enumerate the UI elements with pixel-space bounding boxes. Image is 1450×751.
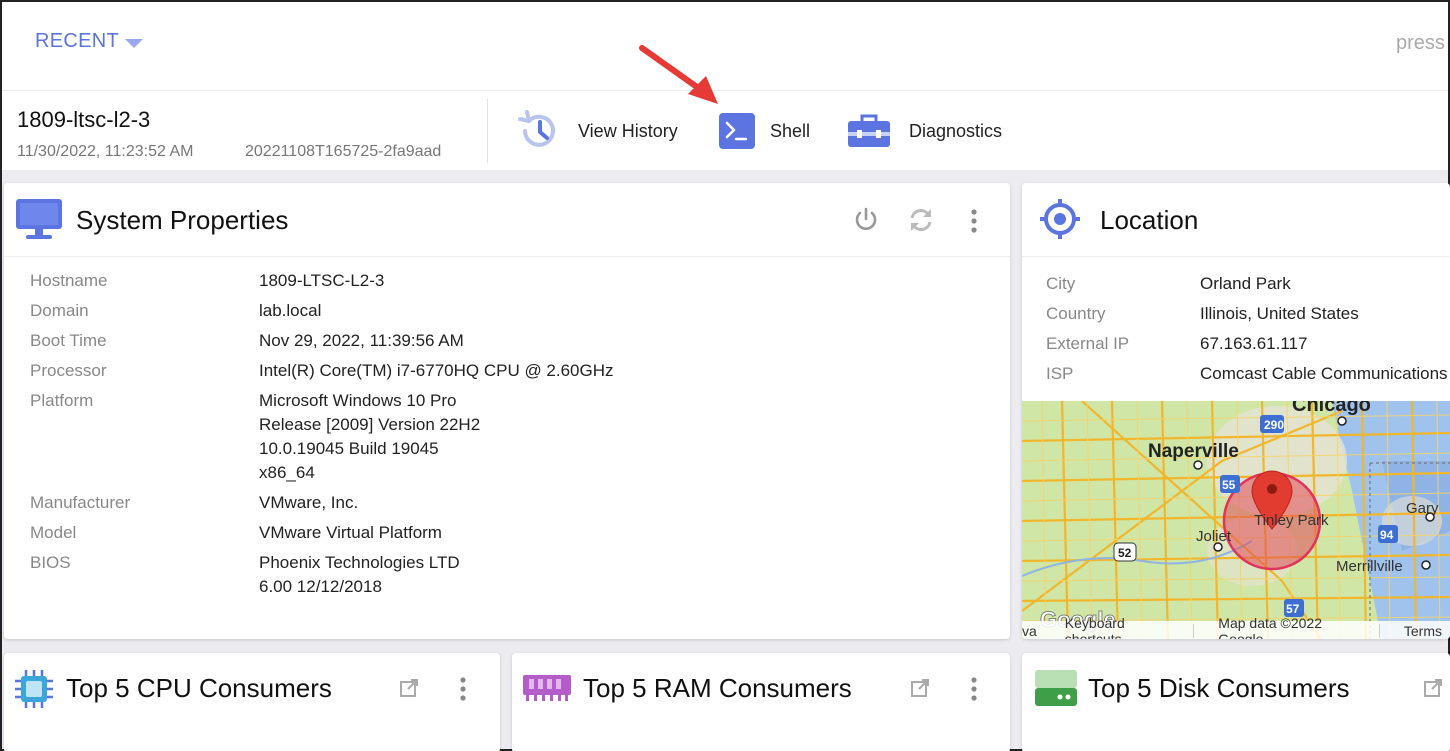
- open-external-icon[interactable]: [909, 677, 931, 699]
- map-label-chicago: Chicago: [1292, 401, 1371, 416]
- cpu-consumers-card: Top 5 CPU Consumers: [4, 653, 500, 751]
- toolbox-icon: [848, 114, 890, 147]
- terms-link[interactable]: Terms: [1396, 623, 1450, 639]
- property-key: Manufacturer: [30, 493, 131, 512]
- location-key: Country: [1046, 304, 1106, 323]
- map-label-merrillville: Merrillville: [1336, 558, 1403, 575]
- open-external-icon[interactable]: [398, 677, 420, 699]
- property-key: Model: [30, 523, 77, 542]
- property-value: 10.0.19045 Build 19045: [259, 439, 439, 458]
- view-history-label: View History: [578, 120, 678, 141]
- footer-divider: [1193, 624, 1210, 638]
- crosshair-icon: [1040, 199, 1080, 239]
- property-key: Domain: [30, 301, 89, 320]
- location-value: Orland Park: [1200, 274, 1291, 293]
- memory-stick-icon: [523, 675, 571, 701]
- recent-dropdown[interactable]: RECENT: [35, 30, 119, 53]
- device-build-id: 20221108T165725-2fa9aad: [245, 143, 442, 160]
- divider: [487, 99, 488, 163]
- route-shield-55: 55: [1222, 478, 1236, 492]
- more-vertical-icon[interactable]: [966, 675, 982, 703]
- card-title: Top 5 RAM Consumers: [583, 673, 852, 703]
- more-vertical-icon[interactable]: [455, 675, 471, 703]
- hard-drive-icon: [1035, 670, 1077, 706]
- property-value: Microsoft Windows 10 Pro: [259, 391, 457, 410]
- location-value: Comcast Cable Communications: [1200, 364, 1448, 383]
- property-key: Processor: [30, 361, 107, 380]
- map-label-gary: Gary: [1406, 500, 1439, 517]
- map-footer-fragment: va: [1022, 623, 1037, 639]
- shell-label: Shell: [770, 120, 811, 141]
- route-shield-52: 52: [1118, 546, 1132, 560]
- ram-consumers-card: Top 5 RAM Consumers: [512, 653, 1010, 751]
- location-key: ISP: [1046, 364, 1074, 383]
- map-label-tinley-park: Tinley Park: [1254, 512, 1329, 529]
- footer-divider: [1378, 624, 1396, 638]
- terminal-icon: [719, 113, 755, 149]
- property-value: Phoenix Technologies LTD: [259, 553, 460, 572]
- diagnostics-label: Diagnostics: [909, 120, 1003, 141]
- property-value: VMware, Inc.: [259, 493, 359, 512]
- press-hint: press: [1396, 32, 1445, 54]
- location-card: Location City Orland Park Country Illino…: [1022, 183, 1450, 639]
- keyboard-shortcuts-link[interactable]: Keyboard shortcuts: [1057, 615, 1193, 639]
- refresh-icon[interactable]: [907, 206, 935, 234]
- device-name: 1809-ltsc-l2-3: [17, 107, 151, 132]
- card-header: Location: [1022, 183, 1450, 257]
- property-value: Intel(R) Core(TM) i7-6770HQ CPU @ 2.60GH…: [259, 361, 614, 380]
- power-icon[interactable]: [852, 206, 880, 234]
- annotation-arrow: [639, 45, 718, 104]
- location-value: Illinois, United States: [1200, 304, 1359, 323]
- property-value: Nov 29, 2022, 11:39:56 AM: [259, 331, 464, 350]
- chevron-down-icon[interactable]: [125, 39, 143, 48]
- map-label-naperville: Naperville: [1148, 441, 1239, 462]
- property-value: 1809-LTSC-L2-3: [259, 271, 385, 290]
- map-canvas[interactable]: Chicago Naperville Tinley Park Joliet Ga…: [1022, 401, 1450, 639]
- property-value: 6.00 12/12/2018: [259, 577, 382, 596]
- open-external-icon[interactable]: [1422, 677, 1444, 699]
- location-value: 67.163.61.117: [1200, 334, 1308, 353]
- property-value: x86_64: [259, 463, 315, 482]
- more-vertical-icon[interactable]: [966, 207, 982, 235]
- card-title: Top 5 CPU Consumers: [66, 673, 332, 703]
- property-value: VMware Virtual Platform: [259, 523, 442, 542]
- system-properties-card: System Properties Hostname 1809-LTSC-L2-…: [4, 183, 1010, 639]
- location-map[interactable]: Chicago Naperville Tinley Park Joliet Ga…: [1022, 401, 1450, 639]
- property-key: Boot Time: [30, 331, 107, 350]
- cpu-chip-icon: [15, 670, 53, 708]
- diagnostics-button[interactable]: Diagnostics: [845, 109, 1002, 153]
- route-shield-57: 57: [1286, 602, 1300, 616]
- location-key: External IP: [1046, 334, 1130, 353]
- monitor-icon: [16, 199, 62, 239]
- map-data-text: Map data ©2022 Google: [1218, 615, 1323, 639]
- map-label-joliet: Joliet: [1196, 528, 1232, 545]
- device-timestamp: 11/30/2022, 11:23:52 AM: [17, 143, 194, 160]
- card-title: System Properties: [76, 205, 289, 235]
- view-history-button[interactable]: View History: [516, 109, 678, 153]
- route-shield-94: 94: [1380, 528, 1394, 542]
- shell-button[interactable]: Shell: [717, 109, 810, 153]
- property-key: Platform: [30, 391, 94, 410]
- property-value: lab.local: [259, 301, 322, 320]
- property-key: Hostname: [30, 271, 108, 290]
- card-title: Location: [1100, 205, 1199, 235]
- card-header: System Properties: [4, 183, 1010, 257]
- property-key: BIOS: [30, 553, 71, 572]
- location-key: City: [1046, 274, 1076, 293]
- card-title: Top 5 Disk Consumers: [1088, 673, 1350, 703]
- history-icon: [518, 110, 555, 147]
- disk-consumers-card: Top 5 Disk Consumers: [1022, 653, 1450, 751]
- route-shield-290: 290: [1264, 418, 1284, 432]
- property-value: Release [2009] Version 22H2: [259, 415, 481, 434]
- map-footer: va Keyboard shortcuts Map data ©2022 Goo…: [1022, 615, 1450, 639]
